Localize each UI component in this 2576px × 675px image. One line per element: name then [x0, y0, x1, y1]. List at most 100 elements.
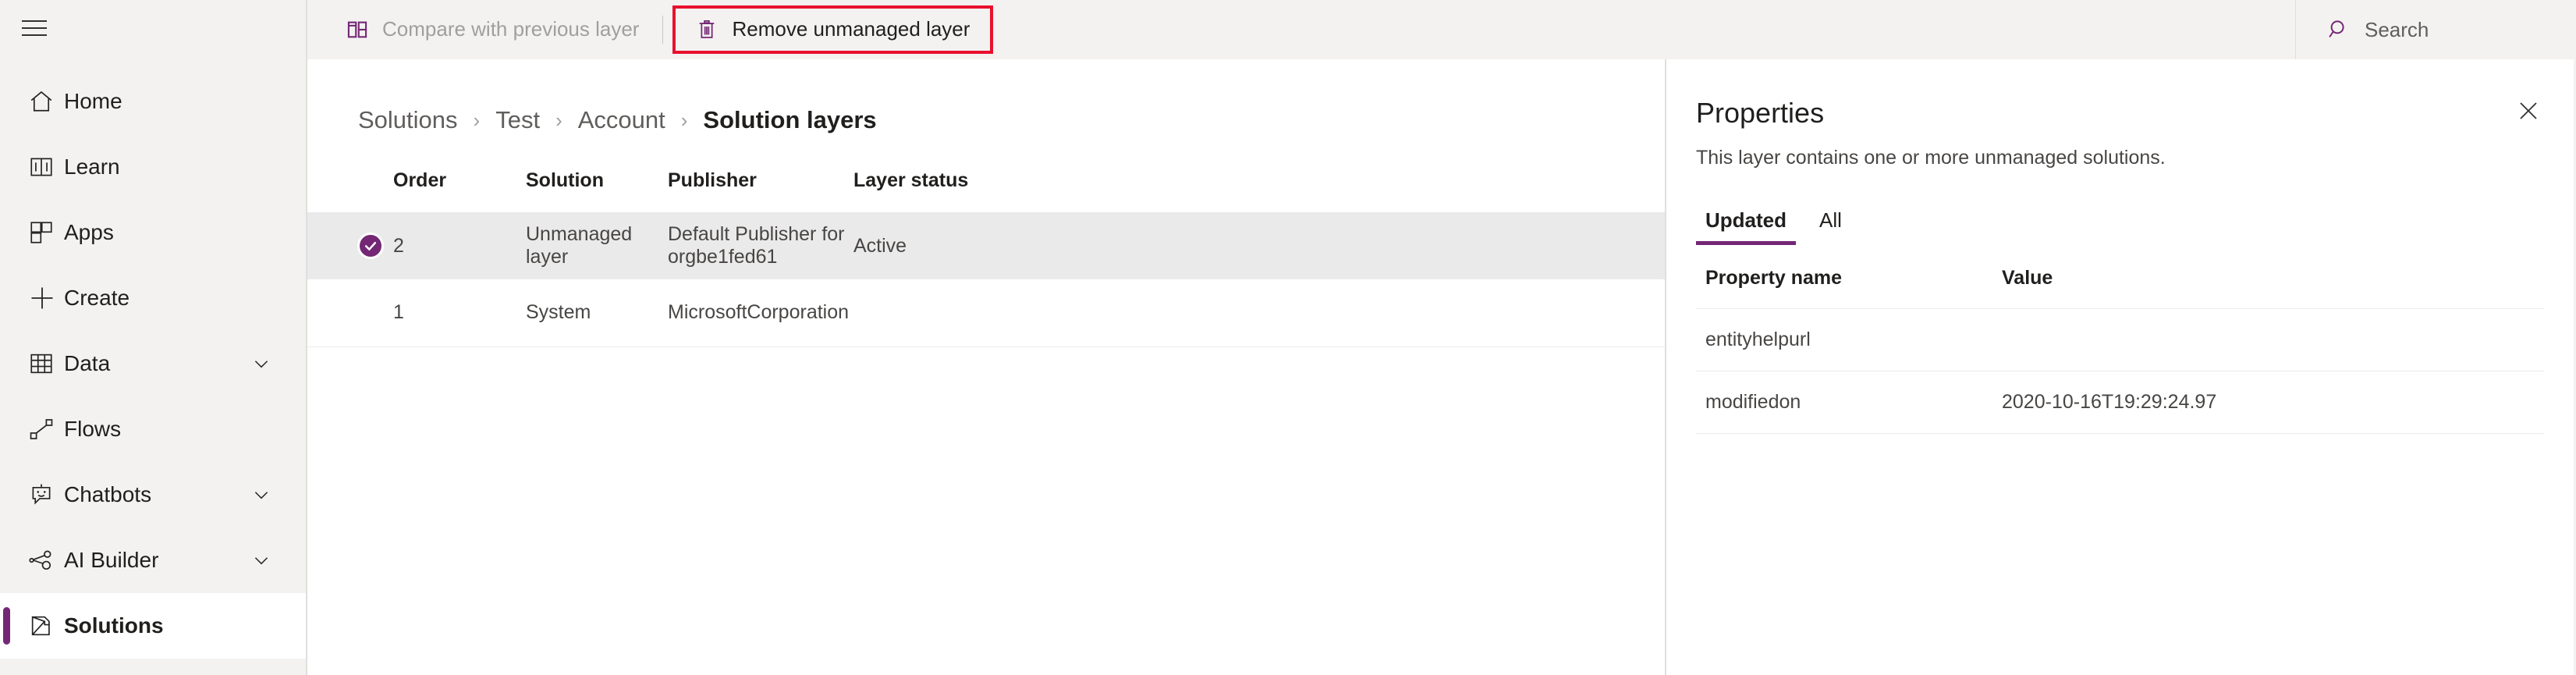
sidebar-item-label: Create — [64, 286, 130, 310]
table-body: 2 Unmanaged layer Default Publisher for … — [307, 212, 1665, 346]
hamburger-line — [22, 34, 47, 36]
properties-panel: Properties This layer contains one or mo… — [1665, 59, 2574, 675]
close-icon[interactable] — [2511, 94, 2546, 128]
sidebar-item-learn[interactable]: Learn — [0, 134, 306, 200]
search-box[interactable]: Search — [2295, 0, 2576, 59]
column-header-select — [307, 169, 384, 212]
properties-table-body: entityhelpurl modifiedon 2020-10-16T19:2… — [1696, 308, 2544, 434]
sidebar-item-label: Apps — [64, 220, 114, 244]
apps-grid-icon — [28, 217, 64, 248]
breadcrumb: Solutions › Test › Account › Solution la… — [307, 59, 1665, 134]
properties-header-row: Property name Value — [1696, 267, 2544, 309]
row-select-cell[interactable] — [307, 279, 384, 346]
hamburger-line — [22, 20, 47, 22]
home-icon — [28, 86, 64, 117]
body-region: Solutions › Test › Account › Solution la… — [307, 59, 2576, 675]
search-icon — [2327, 18, 2351, 41]
main-content: Solutions › Test › Account › Solution la… — [307, 59, 1665, 675]
chevron-down-icon[interactable] — [251, 485, 271, 505]
remove-unmanaged-layer-button[interactable]: Remove unmanaged layer — [679, 5, 987, 55]
hamburger-line — [22, 27, 47, 29]
sidebar-item-apps[interactable]: Apps — [0, 200, 306, 265]
sidebar-nav: Home Learn Apps Create Data Flows Chatbo… — [0, 69, 306, 659]
command-bar: Compare with previous layer Remove unman… — [307, 0, 2576, 59]
properties-subtitle: This layer contains one or more unmanage… — [1696, 147, 2166, 169]
sidebar-item-create[interactable]: Create — [0, 265, 306, 331]
properties-tabs: Updated All — [1696, 204, 2544, 245]
remove-button-label: Remove unmanaged layer — [732, 17, 970, 41]
compare-with-previous-layer-button[interactable]: Compare with previous layer — [329, 5, 656, 55]
column-header-solution[interactable]: Solution — [526, 169, 668, 212]
book-icon — [28, 151, 64, 183]
property-name: entityhelpurl — [1696, 308, 1992, 371]
sidebar: Home Learn Apps Create Data Flows Chatbo… — [0, 0, 307, 675]
check-circle-icon[interactable] — [357, 233, 384, 259]
column-header-value: Value — [2002, 267, 2053, 289]
column-header-order[interactable]: Order — [384, 169, 526, 212]
remove-unmanaged-layer-highlight: Remove unmanaged layer — [672, 5, 994, 55]
sidebar-item-solutions[interactable]: Solutions — [0, 593, 306, 659]
column-header-layer-status[interactable]: Layer status — [853, 169, 1665, 212]
sidebar-item-label: Data — [64, 351, 111, 375]
table-row[interactable]: 1 System MicrosoftCorporation — [307, 279, 1665, 346]
chevron-down-icon[interactable] — [251, 353, 271, 374]
properties-table-head: Property name Value — [1696, 267, 2544, 309]
ai-builder-icon — [28, 545, 64, 576]
tab-updated[interactable]: Updated — [1696, 204, 1796, 245]
command-separator — [662, 15, 664, 44]
breadcrumb-item-solutions[interactable]: Solutions — [358, 106, 458, 134]
sidebar-item-home[interactable]: Home — [0, 69, 306, 134]
column-header-property-name: Property name — [1705, 267, 1843, 289]
property-name: modifiedon — [1696, 371, 1992, 434]
sidebar-item-chatbots[interactable]: Chatbots — [0, 462, 306, 528]
cell-publisher: Default Publisher for orgbe1fed61 — [668, 223, 845, 268]
solutions-icon — [28, 610, 64, 641]
page-title: Solution layers — [703, 106, 877, 133]
trash-icon — [696, 18, 719, 41]
table-row[interactable]: 2 Unmanaged layer Default Publisher for … — [307, 212, 1665, 279]
sidebar-item-flows[interactable]: Flows — [0, 396, 306, 462]
tab-all[interactable]: All — [1810, 204, 1851, 245]
property-value: 2020-10-16T19:29:24.97 — [1992, 371, 2544, 434]
app-root: Home Learn Apps Create Data Flows Chatbo… — [0, 0, 2576, 675]
table-icon — [28, 348, 64, 379]
properties-table: Property name Value entityhelpurl modifi… — [1696, 267, 2544, 434]
sidebar-item-label: Learn — [64, 155, 120, 179]
table-header-row: Order Solution Publisher Layer status — [307, 169, 1665, 212]
chevron-down-icon[interactable] — [251, 550, 271, 570]
sidebar-item-label: Solutions — [64, 613, 164, 638]
row-select-cell[interactable] — [307, 212, 384, 279]
column-header-publisher[interactable]: Publisher — [668, 169, 853, 212]
cell-order: 2 — [393, 234, 404, 257]
solution-layers-table: Order Solution Publisher Layer status 2 … — [307, 169, 1665, 347]
sidebar-item-ai-builder[interactable]: AI Builder — [0, 528, 306, 593]
plus-icon — [28, 282, 64, 314]
chevron-right-icon: › — [555, 108, 562, 132]
sidebar-item-label: Flows — [64, 417, 122, 441]
sidebar-item-data[interactable]: Data — [0, 331, 306, 396]
properties-title: Properties — [1696, 97, 1825, 129]
properties-row: entityhelpurl — [1696, 308, 2544, 371]
properties-row: modifiedon 2020-10-16T19:29:24.97 — [1696, 371, 2544, 434]
chevron-right-icon: › — [680, 108, 688, 132]
chatbot-icon — [28, 479, 64, 510]
search-input[interactable]: Search — [2365, 18, 2429, 42]
main-region: Compare with previous layer Remove unman… — [307, 0, 2576, 675]
cell-layer-status: Active — [853, 234, 907, 257]
breadcrumb-item-test[interactable]: Test — [495, 106, 540, 134]
compare-layers-icon — [346, 18, 370, 41]
sidebar-item-label: Chatbots — [64, 482, 152, 506]
cell-solution: Unmanaged layer — [526, 223, 633, 268]
table-head: Order Solution Publisher Layer status — [307, 169, 1665, 212]
cell-layer-status — [853, 279, 1665, 346]
flows-icon — [28, 414, 64, 445]
cell-order: 1 — [393, 301, 404, 324]
breadcrumb-item-account[interactable]: Account — [578, 106, 665, 134]
hamburger-menu-icon[interactable] — [14, 3, 75, 53]
compare-button-label: Compare with previous layer — [382, 17, 640, 41]
sidebar-item-label: Home — [64, 89, 122, 113]
property-value — [1992, 308, 2544, 371]
cell-publisher: MicrosoftCorporation — [668, 301, 850, 324]
chevron-right-icon: › — [473, 108, 481, 132]
sidebar-item-label: AI Builder — [64, 548, 159, 572]
